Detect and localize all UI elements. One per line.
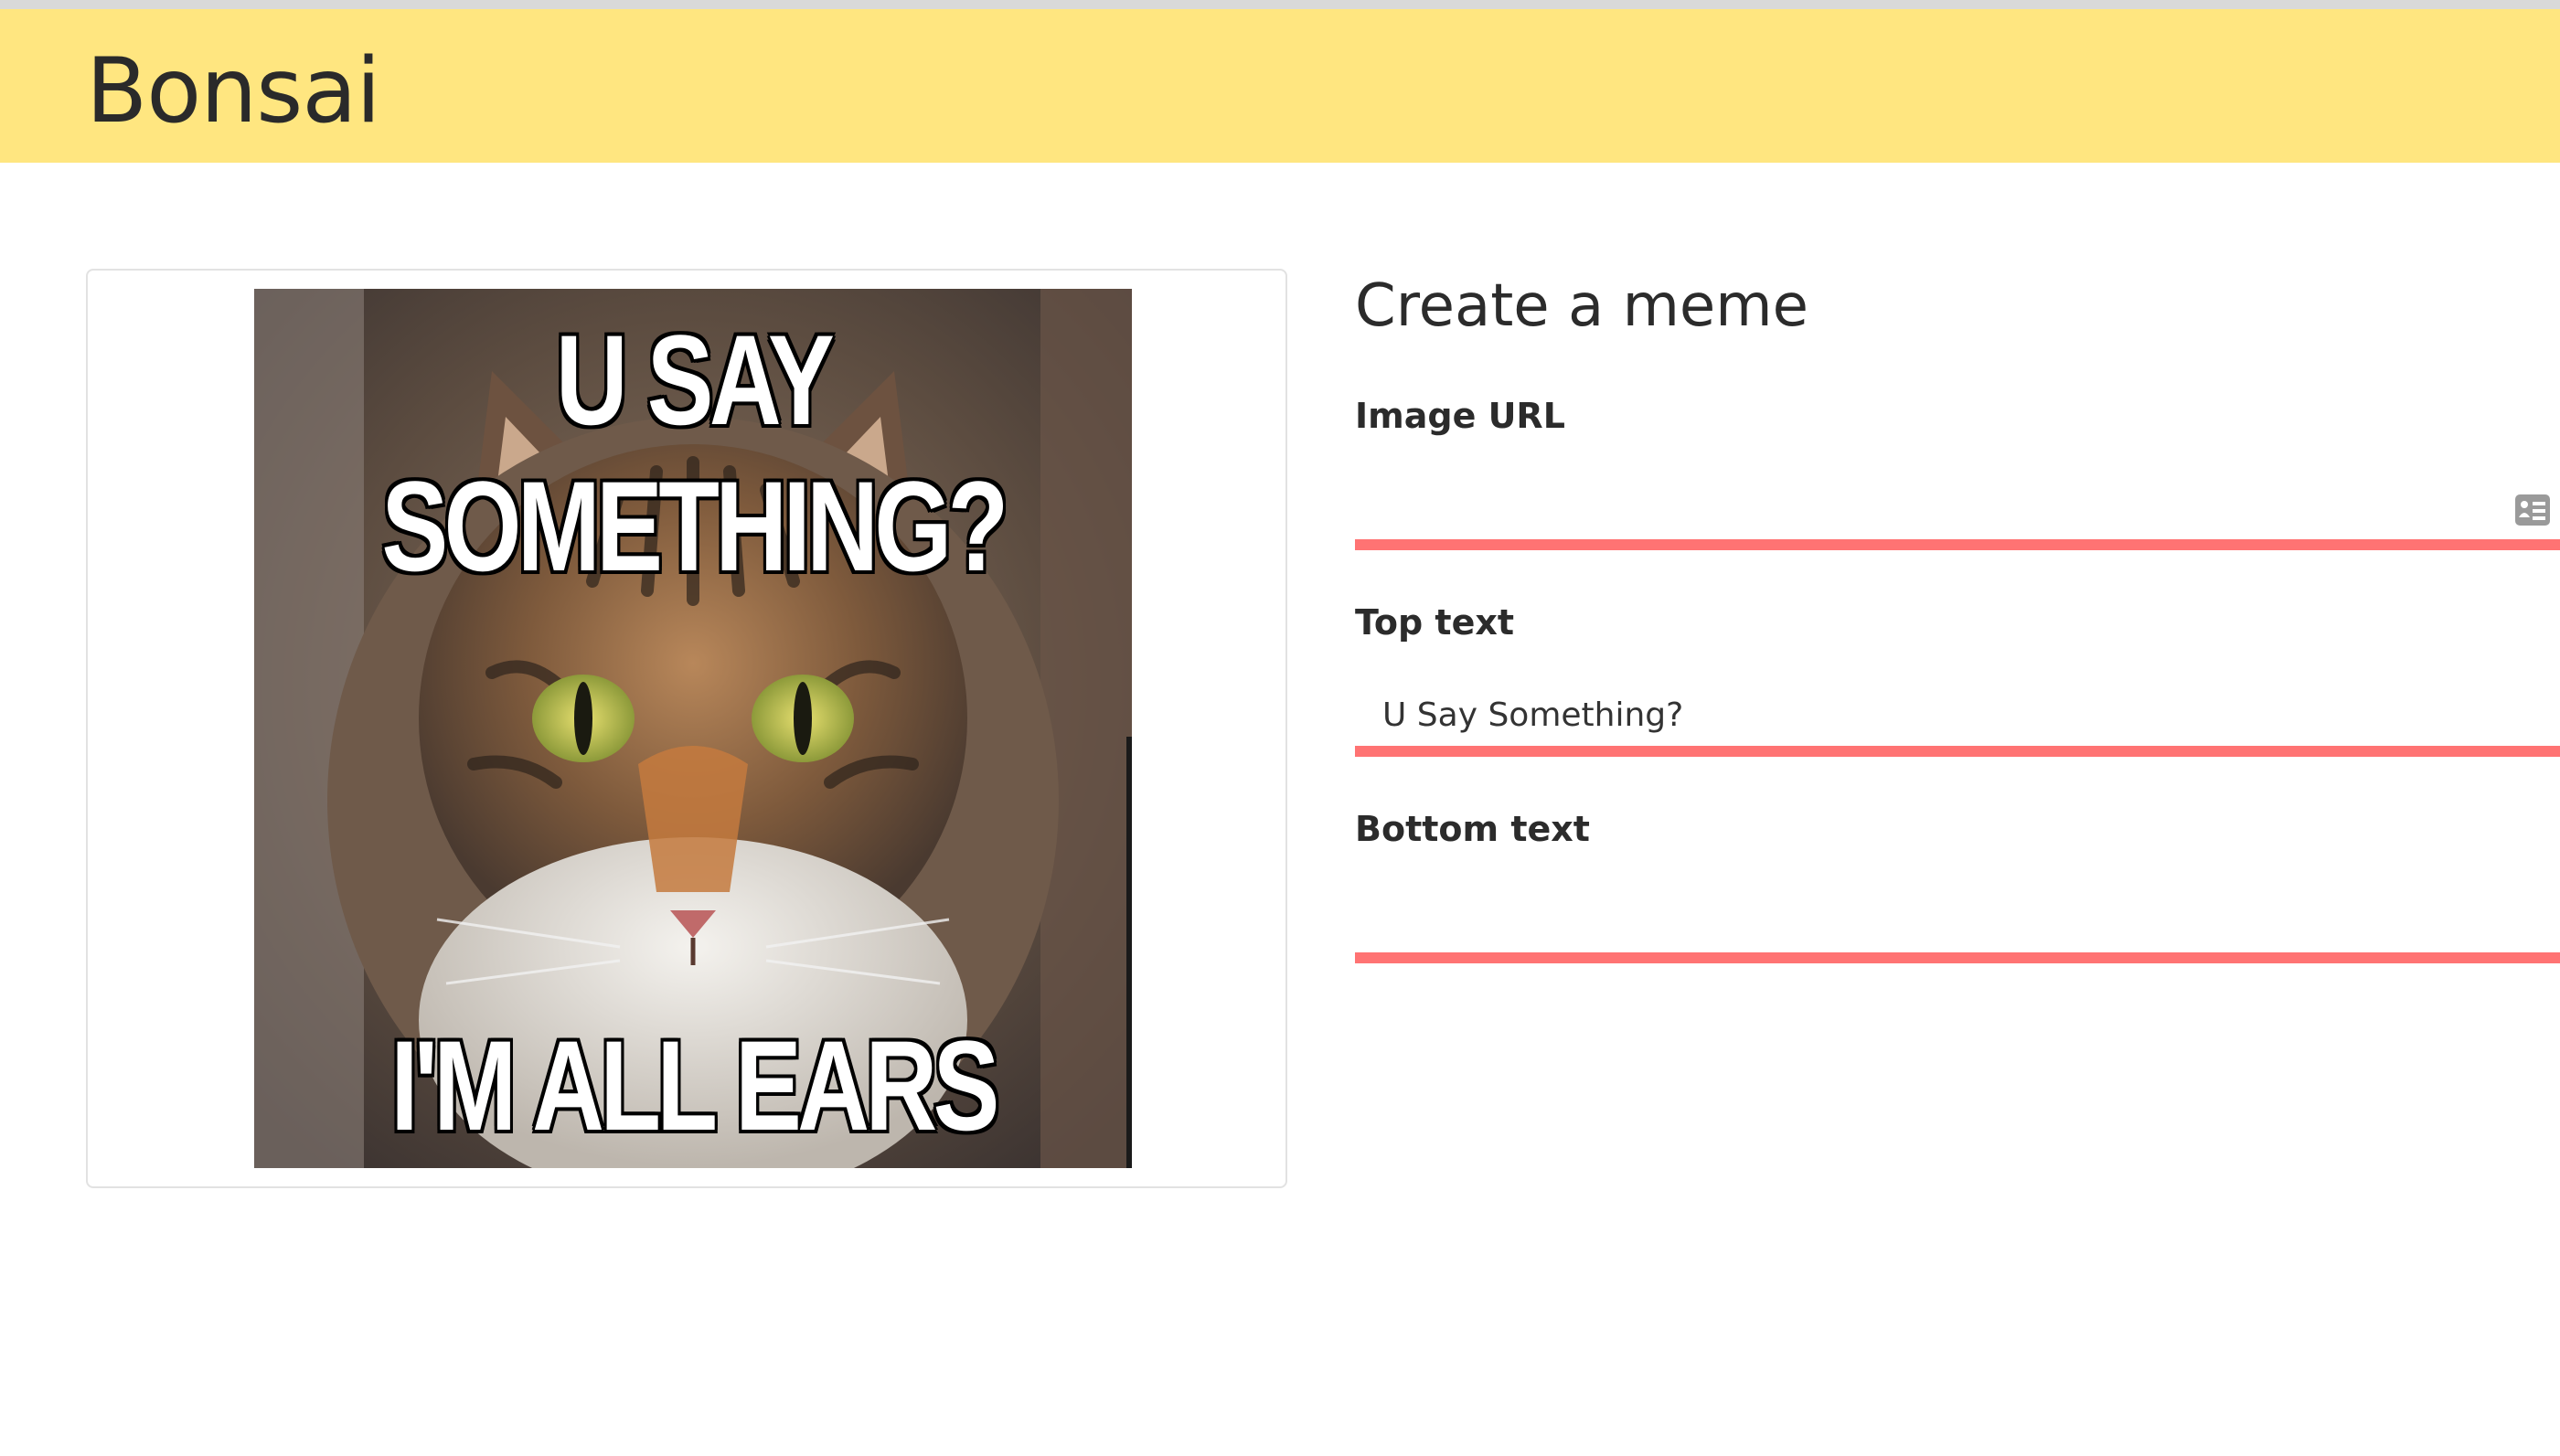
meme-form: Create a meme Image URL Top text Bottom … xyxy=(1355,265,2560,996)
top-text-label: Top text xyxy=(1355,602,1515,643)
meme-top-text: U SAY SOMETHING? xyxy=(381,308,1008,598)
bottom-text-label: Bottom text xyxy=(1355,809,1590,849)
image-url-input[interactable] xyxy=(1355,477,2560,550)
meme-bottom-text: I'M ALL EARS xyxy=(390,1014,999,1157)
brand-title[interactable]: Bonsai xyxy=(86,37,381,146)
form-title: Create a meme xyxy=(1355,272,1808,340)
contact-card-icon[interactable] xyxy=(2514,494,2551,526)
meme-preview-card: U SAY SOMETHING? I'M ALL EARS xyxy=(86,269,1287,1188)
bottom-text-input[interactable] xyxy=(1355,890,2560,963)
top-text-input[interactable] xyxy=(1355,684,2560,757)
image-url-label: Image URL xyxy=(1355,396,1565,436)
navbar: Bonsai xyxy=(0,9,2560,163)
meme-image: U SAY SOMETHING? I'M ALL EARS xyxy=(254,289,1132,1168)
browser-top-edge xyxy=(0,0,2560,9)
